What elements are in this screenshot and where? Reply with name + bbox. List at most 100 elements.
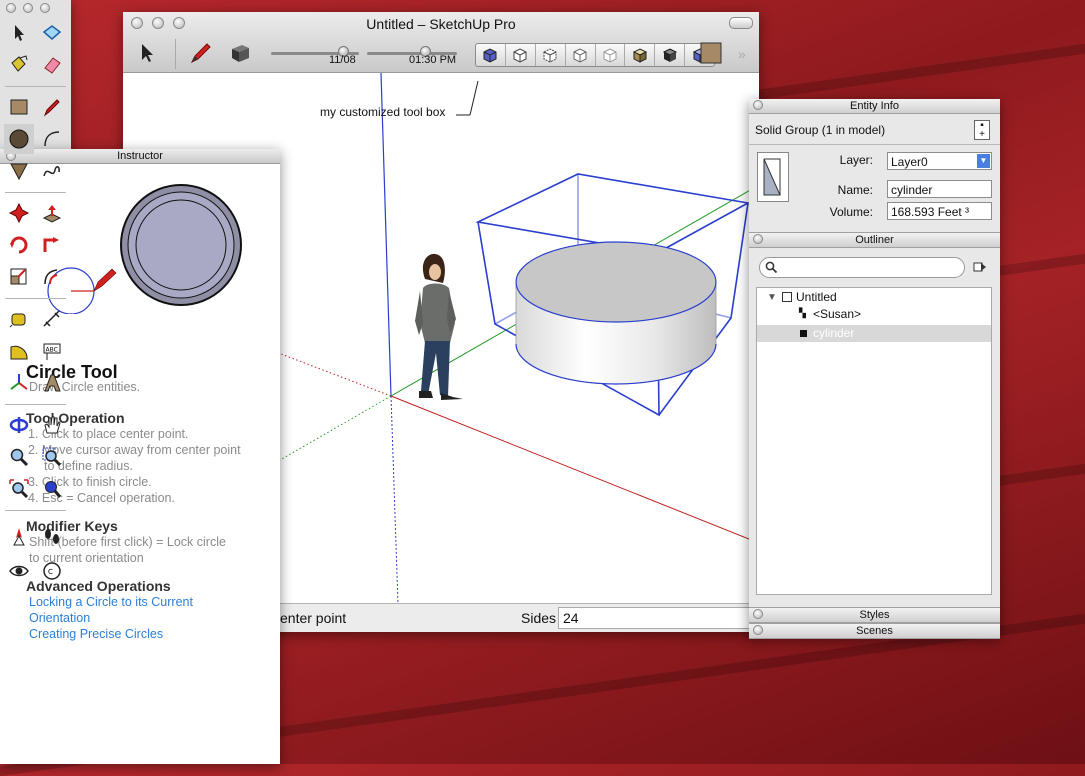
offset-tool-icon[interactable]: [37, 262, 67, 292]
styles-panel-header[interactable]: Styles: [749, 607, 1000, 623]
search-icon: [765, 261, 778, 274]
front-view-icon[interactable]: [536, 44, 566, 66]
standard-views-toolbar: [475, 43, 715, 67]
orbit-tool-icon[interactable]: [4, 410, 34, 440]
pencil-tool-icon[interactable]: [186, 39, 214, 67]
move-tool-icon[interactable]: [4, 198, 34, 228]
help-link-locking-circle[interactable]: Orientation: [29, 610, 90, 626]
tape-measure-icon[interactable]: [4, 304, 34, 334]
rotate-tool-icon[interactable]: [4, 230, 34, 260]
cylinder-model[interactable]: [515, 241, 717, 385]
inspector-tray: Entity Info Solid Group (1 in model) ▪ + …: [749, 99, 1000, 639]
blue-axis: [380, 73, 392, 397]
top-view-icon[interactable]: [506, 44, 536, 66]
eraser-icon[interactable]: [37, 50, 67, 80]
push-pull-icon[interactable]: [37, 198, 67, 228]
palette-divider: [5, 86, 66, 87]
iso-view-icon[interactable]: [476, 44, 506, 66]
polygon-tool-icon[interactable]: [4, 156, 34, 186]
section-plane-icon[interactable]: C: [37, 556, 67, 586]
group-icon: [800, 330, 807, 337]
outliner-close-button[interactable]: [753, 234, 763, 244]
look-around-eye-icon[interactable]: [4, 556, 34, 586]
pencil-icon[interactable]: [37, 92, 67, 122]
styles-close-button[interactable]: [753, 609, 763, 619]
time-label: 01:30 PM: [409, 54, 457, 66]
dimension-tool-icon[interactable]: [37, 304, 67, 334]
textured-view-icon[interactable]: [625, 44, 656, 66]
outliner-item-cylinder-row[interactable]: cylinder: [757, 325, 991, 342]
scenes-close-button[interactable]: [753, 625, 763, 635]
palette-minimize-button[interactable]: [23, 3, 33, 13]
position-camera-icon[interactable]: [4, 522, 34, 552]
name-field[interactable]: cylinder: [887, 180, 992, 198]
zoom-tool-icon[interactable]: [4, 442, 34, 472]
outliner-root-item[interactable]: Untitled: [796, 290, 837, 304]
window-title: Untitled – SketchUp Pro: [366, 16, 516, 32]
monochrome-view-icon[interactable]: [655, 44, 686, 66]
status-text: enter point: [280, 610, 347, 626]
make-component-tool-icon[interactable]: [37, 18, 67, 48]
help-link-locking-circle[interactable]: Locking a Circle to its Current: [29, 594, 193, 610]
layer-label: Layer:: [839, 153, 873, 167]
layer-select[interactable]: Layer0 ▼: [887, 152, 992, 170]
circle-tool-illustration: [47, 184, 242, 314]
arc-tool-icon[interactable]: [37, 124, 67, 154]
follow-me-icon[interactable]: [37, 230, 67, 260]
help-link-precise-circles[interactable]: Creating Precise Circles: [29, 626, 163, 642]
palette-close-button[interactable]: [6, 3, 16, 13]
entity-divider: [749, 144, 1000, 145]
volume-label: Volume:: [829, 205, 873, 219]
red-axis: [390, 395, 759, 544]
previous-view-icon[interactable]: [37, 474, 67, 504]
zoom-window-icon[interactable]: [37, 442, 67, 472]
scale-tool-icon[interactable]: [4, 262, 34, 292]
name-label: Name:: [837, 183, 873, 197]
entity-info-close-button[interactable]: [753, 100, 763, 110]
outliner-search-input[interactable]: [759, 257, 965, 278]
select-tool-icon[interactable]: [4, 18, 34, 48]
entity-details-toggle-icon[interactable]: ▪ +: [974, 120, 990, 140]
text-tool-icon[interactable]: ABC: [37, 336, 67, 366]
walk-footprints-icon[interactable]: [37, 522, 67, 552]
outliner-item-susan[interactable]: <Susan>: [813, 307, 861, 321]
susan-figure[interactable]: [415, 253, 463, 400]
toolbar-divider: [175, 39, 176, 69]
tool-box-callout: my customized tool box: [320, 105, 446, 119]
instructor-title: Instructor: [117, 150, 163, 162]
zoom-extents-icon[interactable]: [4, 474, 34, 504]
scenes-panel-header[interactable]: Scenes: [749, 623, 1000, 639]
main-titlebar: Untitled – SketchUp Pro 11/08 01:30 PM »: [123, 12, 759, 73]
paint-bucket-icon[interactable]: [4, 50, 34, 80]
make-component-icon[interactable]: [226, 39, 254, 67]
select-tool-icon[interactable]: [133, 39, 161, 67]
3d-text-icon[interactable]: [37, 368, 67, 398]
outliner-item-cylinder: cylinder: [813, 326, 855, 340]
component-icon: ▚: [799, 308, 806, 318]
date-label: 11/08: [329, 54, 356, 66]
palette-divider: [5, 192, 66, 193]
right-view-icon[interactable]: [566, 44, 596, 66]
material-swatch-icon[interactable]: [757, 152, 789, 202]
styles-title: Styles: [859, 609, 890, 621]
back-view-icon[interactable]: [596, 44, 626, 66]
svg-text:ABC: ABC: [46, 347, 58, 354]
palette-divider: [5, 298, 66, 299]
entity-selection-label: Solid Group (1 in model): [755, 123, 886, 137]
rectangle-tool-icon[interactable]: [4, 92, 34, 122]
toolbar-overflow-icon[interactable]: »: [738, 46, 746, 62]
axes-tool-icon[interactable]: [4, 368, 34, 398]
palette-zoom-button[interactable]: [40, 3, 50, 13]
materials-swatch-icon[interactable]: [697, 39, 725, 67]
vcb-input[interactable]: 24: [558, 607, 759, 629]
disclosure-triangle-icon[interactable]: ▼: [767, 292, 777, 303]
pan-hand-icon[interactable]: [37, 410, 67, 440]
outliner-title: Outliner: [855, 234, 894, 246]
outliner-details-icon[interactable]: [973, 260, 987, 274]
protractor-icon[interactable]: [4, 336, 34, 366]
outliner-tree: ▼ Untitled ▚ <Susan> cylinder: [756, 287, 992, 595]
svg-text:C: C: [48, 568, 53, 576]
toolbar-toggle-button[interactable]: [729, 17, 753, 29]
circle-tool-icon[interactable]: [4, 124, 34, 154]
freehand-tool-icon[interactable]: [37, 156, 67, 186]
